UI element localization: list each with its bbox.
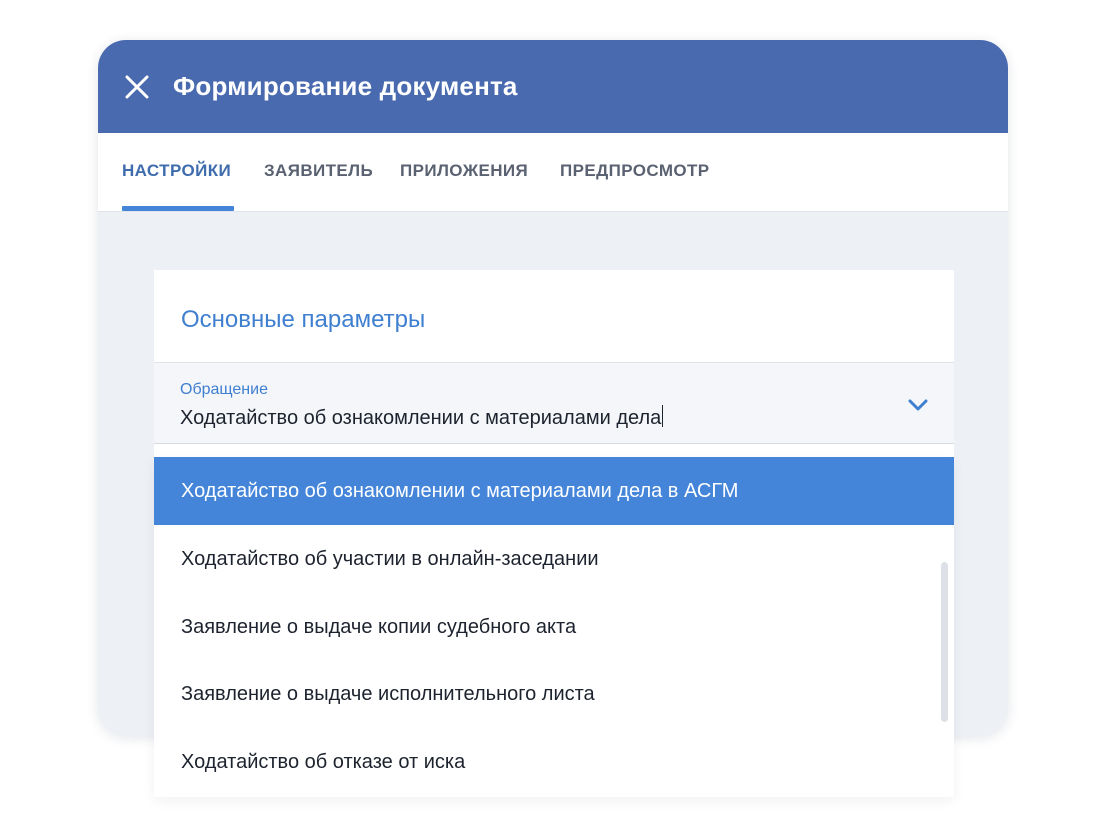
field-label: Обращение: [180, 381, 268, 398]
tab-attachments[interactable]: ПРИЛОЖЕНИЯ: [400, 161, 528, 181]
dropdown-option[interactable]: Ходатайство об участии в онлайн-заседани…: [154, 525, 954, 593]
dropdown-option[interactable]: Ходатайство об ознакомлении с материалам…: [154, 457, 954, 525]
tab-applicant[interactable]: ЗАЯВИТЕЛЬ: [264, 161, 373, 181]
request-type-combobox[interactable]: Обращение Ходатайство об ознакомлении с …: [154, 362, 954, 444]
dialog-header: Формирование документа: [98, 40, 1008, 133]
dialog-title: Формирование документа: [173, 71, 518, 101]
dropdown-toggle[interactable]: [906, 393, 930, 417]
dropdown-option[interactable]: Заявление о выдаче копии судебного акта: [154, 593, 954, 661]
tab-bar: НАСТРОЙКИ ЗАЯВИТЕЛЬ ПРИЛОЖЕНИЯ ПРЕДПРОСМ…: [98, 133, 1008, 212]
dropdown-option[interactable]: Заявление о выдаче исполнительного листа: [154, 660, 954, 728]
tab-preview[interactable]: ПРЕДПРОСМОТР: [560, 161, 710, 181]
active-tab-indicator: [122, 206, 234, 211]
field-value-text: Ходатайство об ознакомлении с материалам…: [180, 407, 662, 429]
chevron-down-icon: [908, 399, 928, 411]
request-type-input[interactable]: Ходатайство об ознакомлении с материалам…: [180, 405, 664, 430]
text-caret: [662, 405, 664, 427]
request-type-dropdown: Ходатайство об ознакомлении с материалам…: [154, 457, 954, 797]
tab-settings[interactable]: НАСТРОЙКИ: [122, 161, 231, 181]
section-title: Основные параметры: [181, 306, 426, 333]
dropdown-option[interactable]: Ходатайство об отказе от иска: [154, 728, 954, 796]
dropdown-scrollbar[interactable]: [941, 562, 948, 722]
close-button[interactable]: [120, 70, 154, 104]
close-icon: [125, 75, 149, 99]
